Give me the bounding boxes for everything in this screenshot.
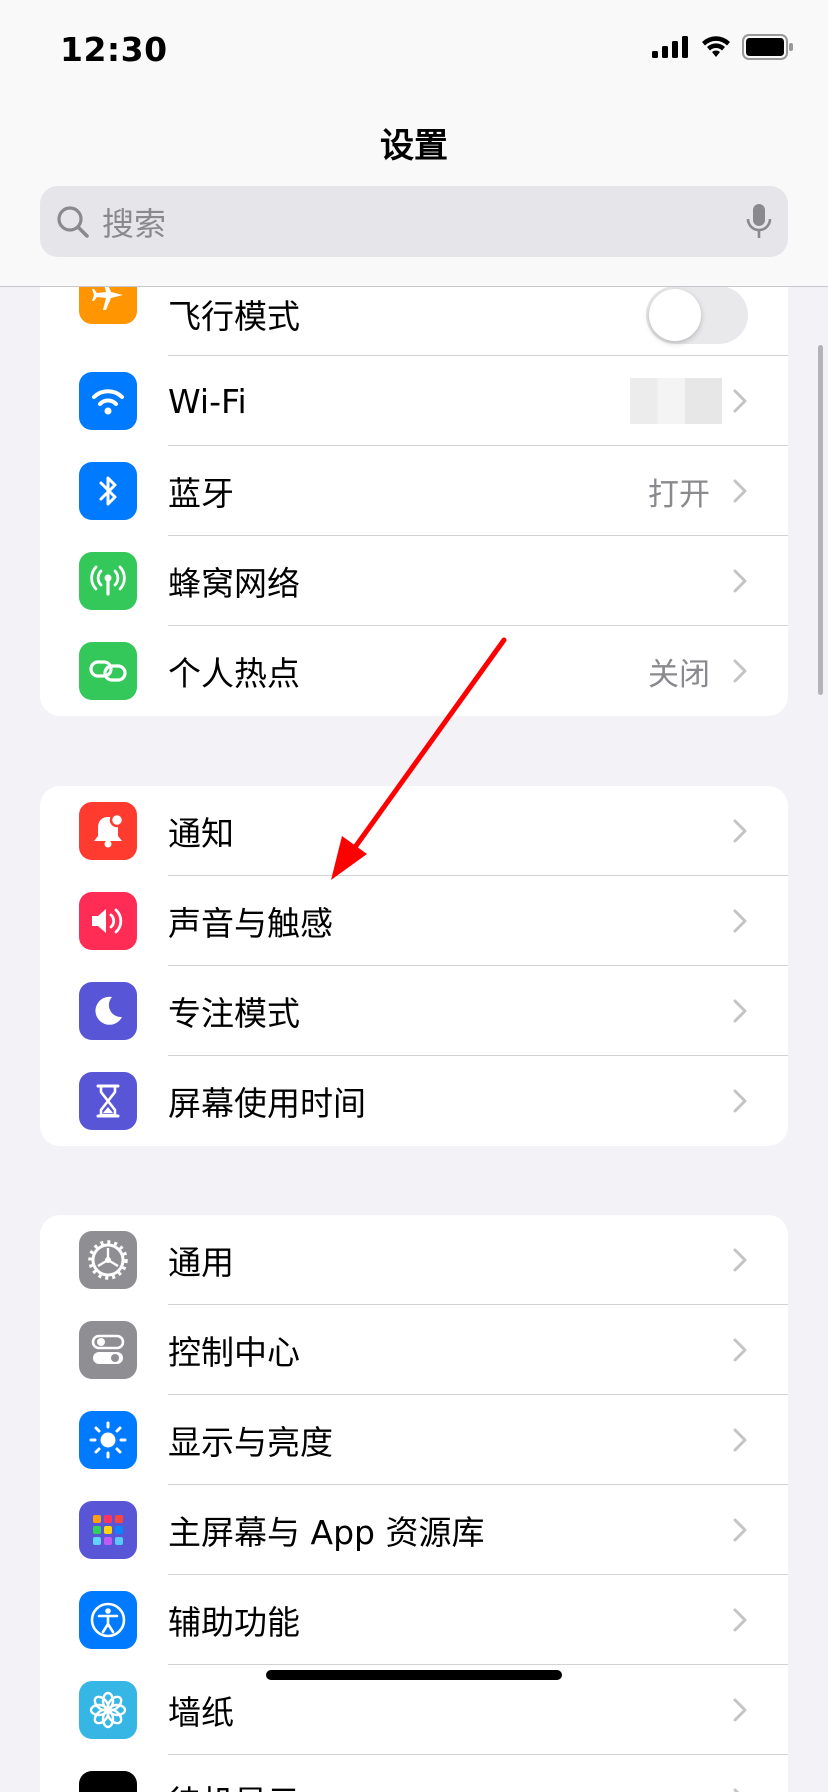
home-indicator[interactable] xyxy=(266,1670,562,1680)
sun-icon xyxy=(79,1411,137,1469)
chevron-right-icon xyxy=(733,1089,747,1113)
wifi-status-icon xyxy=(702,36,730,57)
bell-icon xyxy=(79,802,137,860)
row-cellular[interactable]: 蜂窝网络 xyxy=(40,536,788,626)
chevron-right-icon xyxy=(733,1518,747,1542)
row-wifi[interactable]: Wi-Fi xyxy=(40,356,788,446)
row-label: 主屏幕与 App 资源库 xyxy=(168,1513,485,1552)
chevron-right-icon xyxy=(733,569,747,593)
chevron-right-icon xyxy=(733,819,747,843)
accessibility-icon xyxy=(79,1591,137,1649)
flower-icon xyxy=(79,1681,137,1739)
page-title: 设置 xyxy=(380,126,448,166)
row-label: 通用 xyxy=(168,1243,234,1282)
connectivity-group: 飞行模式 Wi-Fi 蓝牙 打开 蜂窝网络 个人热点 关闭 xyxy=(40,266,788,716)
hourglass-icon xyxy=(79,1072,137,1130)
row-label: 控制中心 xyxy=(168,1333,300,1372)
scrollbar[interactable] xyxy=(818,345,823,695)
chevron-right-icon xyxy=(733,909,747,933)
row-bluetooth[interactable]: 蓝牙 打开 xyxy=(40,446,788,536)
row-value: 打开 xyxy=(648,476,710,513)
row-notifications[interactable]: 通知 xyxy=(40,786,788,876)
chevron-right-icon xyxy=(733,1248,747,1272)
row-sounds-haptics[interactable]: 声音与触感 xyxy=(40,876,788,966)
row-label: 待机显示 xyxy=(168,1776,300,1792)
row-label: 飞行模式 xyxy=(168,297,300,336)
moon-icon xyxy=(79,982,137,1040)
standby-icon xyxy=(79,1771,137,1792)
row-label: Wi-Fi xyxy=(168,381,247,421)
chevron-right-icon xyxy=(733,1338,747,1362)
chevron-right-icon xyxy=(733,1788,740,1792)
chevron-right-icon xyxy=(733,999,747,1023)
switches-icon xyxy=(79,1321,137,1379)
row-personal-hotspot[interactable]: 个人热点 关闭 xyxy=(40,626,788,716)
row-accessibility[interactable]: 辅助功能 xyxy=(40,1575,788,1665)
wifi-icon xyxy=(79,372,137,430)
gear-icon xyxy=(79,1231,137,1289)
row-screen-time[interactable]: 屏幕使用时间 xyxy=(40,1056,788,1146)
row-label: 声音与触感 xyxy=(168,904,333,943)
signal-icon xyxy=(652,36,688,58)
row-general[interactable]: 通用 xyxy=(40,1215,788,1305)
row-label: 专注模式 xyxy=(168,994,300,1033)
status-icons xyxy=(652,34,794,60)
home-grid-icon xyxy=(79,1501,137,1559)
row-label: 蓝牙 xyxy=(168,474,234,513)
wifi-network-name-redacted xyxy=(630,378,722,424)
chevron-right-icon xyxy=(733,389,747,413)
battery-icon xyxy=(742,34,793,60)
row-standby[interactable]: 待机显示 xyxy=(40,1755,788,1792)
row-value: 关闭 xyxy=(648,656,710,693)
row-display-brightness[interactable]: 显示与亮度 xyxy=(40,1395,788,1485)
top-bar: 12:30 设置 搜索 xyxy=(0,0,828,287)
search-icon xyxy=(57,205,89,238)
row-label: 通知 xyxy=(168,814,234,853)
row-label: 辅助功能 xyxy=(168,1603,300,1642)
row-label: 蜂窝网络 xyxy=(168,564,300,603)
chevron-right-icon xyxy=(733,479,747,503)
cellular-icon xyxy=(79,552,137,610)
chevron-right-icon xyxy=(733,1428,747,1452)
airplane-mode-toggle[interactable] xyxy=(646,286,748,344)
row-label: 墙纸 xyxy=(168,1693,234,1732)
search-field[interactable]: 搜索 xyxy=(40,186,788,257)
chevron-right-icon xyxy=(733,1698,747,1722)
row-focus[interactable]: 专注模式 xyxy=(40,966,788,1056)
chevron-right-icon xyxy=(733,1608,747,1632)
notifications-group: 通知 声音与触感 专注模式 屏幕使用时间 xyxy=(40,786,788,1146)
microphone-icon[interactable] xyxy=(746,203,772,241)
hotspot-icon xyxy=(79,642,137,700)
general-group: 通用 控制中心 显示与亮度 主屏幕与 App 资源库 辅助功能 墙纸 xyxy=(40,1215,788,1792)
row-label: 屏幕使用时间 xyxy=(168,1084,366,1123)
row-home-screen-app-library[interactable]: 主屏幕与 App 资源库 xyxy=(40,1485,788,1575)
row-label: 显示与亮度 xyxy=(168,1423,333,1462)
chevron-right-icon xyxy=(733,659,747,683)
bluetooth-icon xyxy=(79,462,137,520)
search-placeholder: 搜索 xyxy=(102,204,167,243)
status-time: 12:30 xyxy=(60,30,168,69)
row-label: 个人热点 xyxy=(168,654,300,693)
speaker-icon xyxy=(79,892,137,950)
row-control-center[interactable]: 控制中心 xyxy=(40,1305,788,1395)
